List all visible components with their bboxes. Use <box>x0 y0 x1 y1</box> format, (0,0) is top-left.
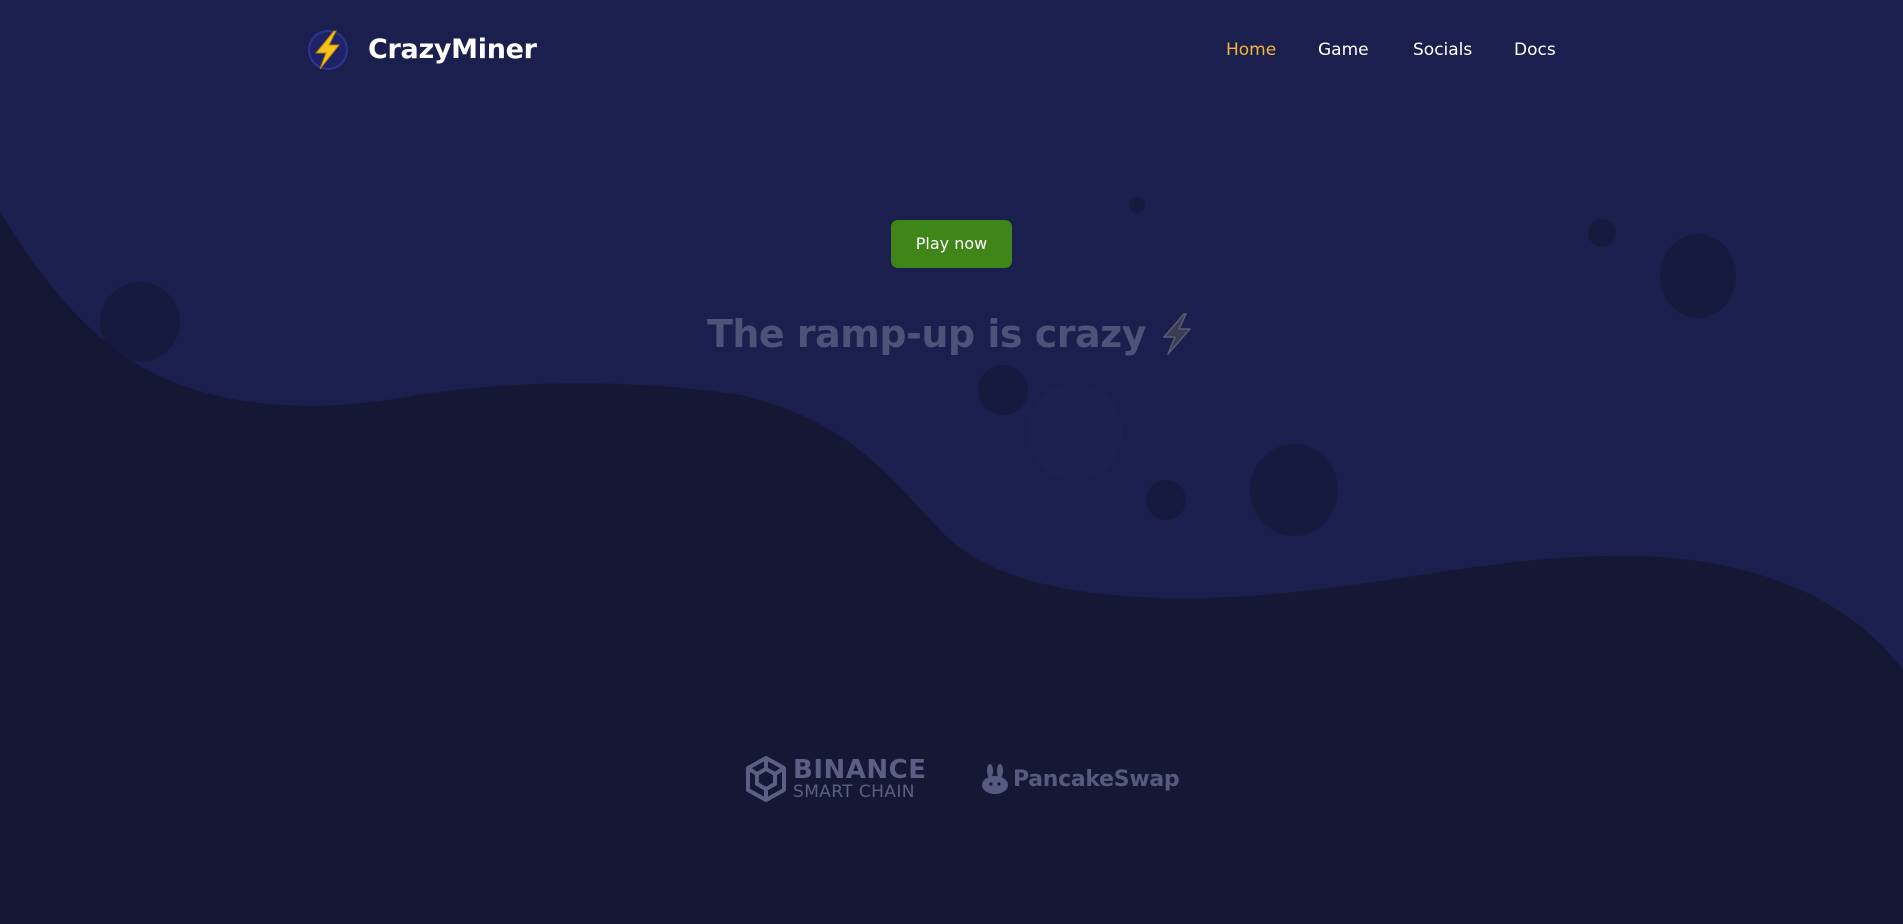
tagline-text: The ramp-up is crazy <box>706 312 1147 356</box>
bubble <box>1146 480 1186 520</box>
binance-line1: BINANCE <box>793 755 927 785</box>
main-nav: Home Game Socials Docs <box>0 38 1903 62</box>
nav-game-link[interactable]: Game <box>1318 38 1369 62</box>
pancakeswap-wordmark: PancakeSwap <box>1013 767 1180 792</box>
site-header: CrazyMiner Home Game Socials Docs <box>0 0 1903 100</box>
bunny-icon <box>982 764 1008 794</box>
lightning-bolt-icon <box>1163 313 1191 355</box>
nav-socials-link[interactable]: Socials <box>1413 38 1472 62</box>
binance-wordmark: BINANCE SMART CHAIN <box>793 755 983 802</box>
play-now-button[interactable]: Play now <box>891 220 1012 268</box>
binance-cube-icon <box>746 756 786 802</box>
bubble <box>1588 219 1616 247</box>
bubble <box>1129 197 1145 213</box>
hero-tagline: The ramp-up is crazy <box>0 309 1903 359</box>
binance-line2: SMART CHAIN <box>793 782 915 802</box>
nav-docs-link[interactable]: Docs <box>1514 38 1556 62</box>
bubble <box>1250 444 1338 536</box>
partner-logos: BINANCE SMART CHAIN PancakeSwap <box>0 755 1903 805</box>
bubble-faint <box>1027 384 1123 480</box>
bubble <box>1660 234 1736 318</box>
bubble <box>978 365 1028 415</box>
nav-home-link[interactable]: Home <box>1226 38 1276 62</box>
